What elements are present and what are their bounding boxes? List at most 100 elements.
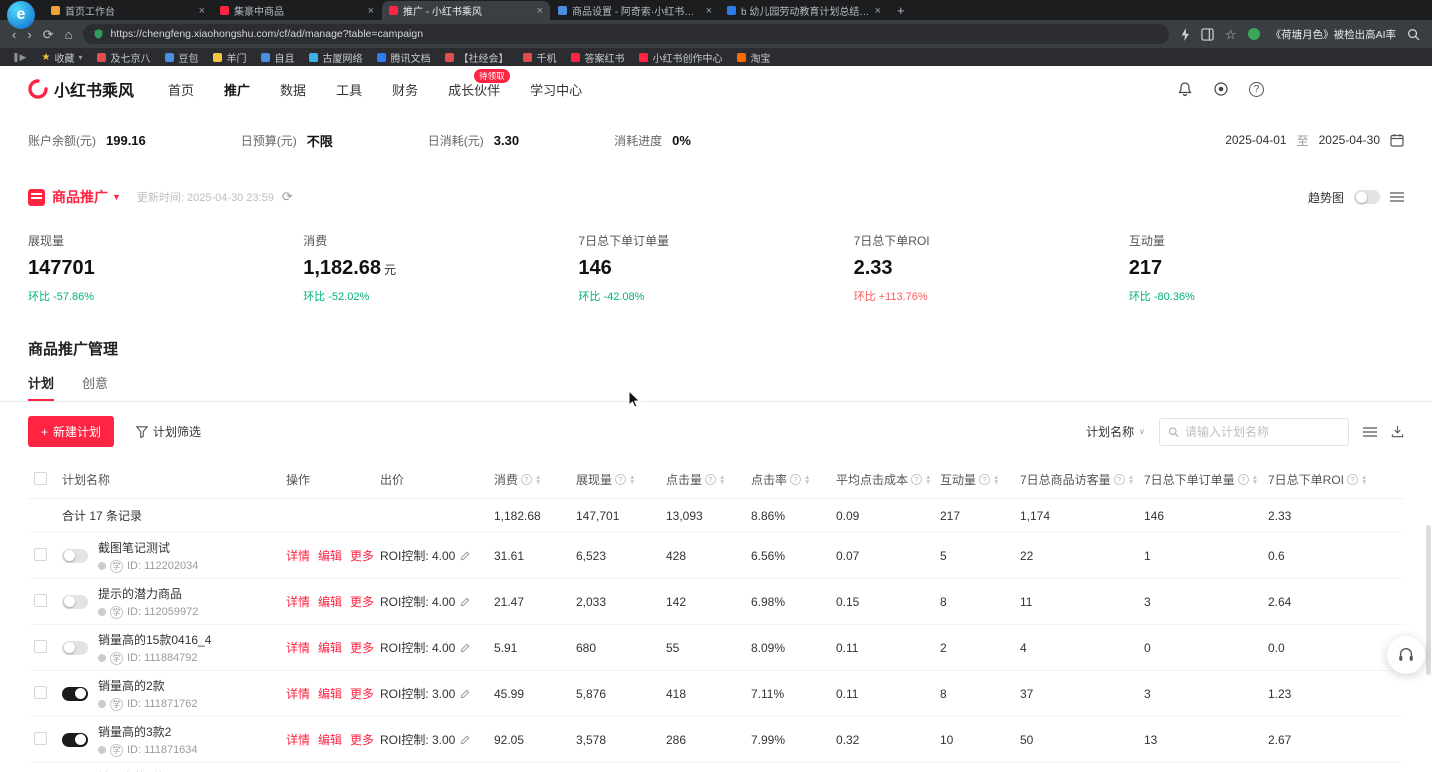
profile-avatar[interactable] [1248,28,1260,40]
edit-link[interactable]: 编辑 [318,593,342,610]
tab-close-icon[interactable]: × [199,5,205,17]
bookmark-item[interactable]: 小红书创作中心 [639,50,722,65]
favorite-star-icon[interactable]: ☆ [1225,28,1237,41]
manage-tab[interactable]: 创意 [82,373,108,401]
row-checkbox[interactable] [34,686,47,699]
row-checkbox[interactable] [34,732,47,745]
reload-icon[interactable]: ⟳ [43,28,54,41]
browser-tab[interactable]: 商品设置 - 阿奇索·小红书自动... × [551,1,719,20]
detail-link[interactable]: 详情 [286,639,310,656]
edit-pencil-icon[interactable] [460,550,471,561]
plan-status-toggle[interactable] [62,549,88,563]
bookmark-item[interactable]: 古厦网络 [309,50,362,65]
address-bar[interactable]: https://chengfeng.xiaohongshu.com/cf/ad/… [83,24,1168,44]
tab-close-icon[interactable]: × [537,5,543,17]
nav-item[interactable]: 工具 待领取 [336,80,362,99]
nav-item[interactable]: 学习中心 待领取 [530,80,582,99]
row-checkbox[interactable] [34,548,47,561]
sort-icon[interactable]: ▲▼ [535,475,541,485]
bell-icon[interactable] [1177,81,1193,97]
nav-item[interactable]: 数据 待领取 [280,80,306,99]
search-field-select[interactable]: 计划名称 ∨ [1086,423,1145,440]
manage-tab[interactable]: 计划 [28,373,54,401]
plan-status-toggle[interactable] [62,641,88,655]
nav-item[interactable]: 首页 待领取 [168,80,194,99]
bookmark-item[interactable]: 千机 [523,50,556,65]
sort-icon[interactable]: ▲▼ [925,475,931,485]
browser-tab[interactable]: 集豪中商品 × [213,1,381,20]
bookmark-item[interactable]: 腾讯文档 [377,50,430,65]
bookmark-item[interactable]: 【社经会】 [445,50,508,65]
rewards-icon[interactable] [1213,81,1229,97]
page-scrollbar[interactable] [1426,525,1431,675]
bookmark-item[interactable]: 自且 [261,50,294,65]
plan-status-toggle[interactable] [62,595,88,609]
bookmark-item[interactable]: 答案红书 [571,50,624,65]
edit-pencil-icon[interactable] [460,596,471,607]
column-settings-icon[interactable] [1363,426,1377,438]
detail-link[interactable]: 详情 [286,593,310,610]
forward-icon[interactable]: › [27,28,31,41]
new-plan-button[interactable]: + 新建计划 [28,416,114,447]
sidebar-panel-icon[interactable] [1201,28,1214,41]
detail-link[interactable]: 详情 [286,731,310,748]
tab-close-icon[interactable]: × [875,5,881,17]
plan-status-toggle[interactable] [62,733,88,747]
nav-item[interactable]: 成长伙伴 待领取 [448,80,500,99]
browser-tab[interactable]: b 幼儿园劳动教育计划总结方案 × [720,1,888,20]
bookmark-item[interactable]: 淘宝 [737,50,770,65]
lightning-icon[interactable] [1180,28,1190,41]
more-link[interactable]: 更多 [350,593,374,610]
sort-icon[interactable]: ▲▼ [1128,475,1134,485]
chevron-down-icon[interactable]: ▼ [112,192,121,202]
download-icon[interactable] [1391,425,1404,438]
detail-link[interactable]: 详情 [286,685,310,702]
browser-logo-icon[interactable]: e [7,1,35,29]
bookmark-item[interactable]: 豆包 [165,50,198,65]
more-link[interactable]: 更多 [350,639,374,656]
customer-service-button[interactable] [1387,636,1425,674]
nav-item[interactable]: 推广 待领取 [224,80,250,99]
row-checkbox[interactable] [34,640,47,653]
edit-link[interactable]: 编辑 [318,731,342,748]
sort-icon[interactable]: ▲▼ [719,475,725,485]
select-all-checkbox[interactable] [34,472,47,485]
trend-toggle[interactable] [1354,190,1380,204]
more-link[interactable]: 更多 [350,731,374,748]
help-icon[interactable]: ? [1249,82,1264,97]
promotion-type-select[interactable]: 商品推广 [52,187,108,207]
edit-pencil-icon[interactable] [460,688,471,699]
bookmark-item[interactable]: 及七京八 [97,50,150,65]
calendar-icon[interactable] [1390,133,1404,147]
detail-link[interactable]: 详情 [286,547,310,564]
edit-pencil-icon[interactable] [460,734,471,745]
date-range-picker[interactable]: 2025-04-01 至 2025-04-30 [1225,132,1404,149]
browser-tab[interactable]: 推广 - 小红书乘风 × [382,1,550,20]
more-link[interactable]: 更多 [350,547,374,564]
sort-icon[interactable]: ▲▼ [1252,475,1258,485]
tab-close-icon[interactable]: × [706,5,712,17]
bookmarks-collapse-icon[interactable]: ❚▶ [12,52,26,63]
edit-link[interactable]: 编辑 [318,685,342,702]
sort-icon[interactable]: ▲▼ [804,475,810,485]
refresh-icon[interactable]: ⟳ [282,189,293,205]
bookmark-favorites[interactable]: ★ 收藏 ▾ [41,50,82,65]
edit-pencil-icon[interactable] [460,642,471,653]
new-tab-button[interactable]: + [897,3,905,18]
more-link[interactable]: 更多 [350,685,374,702]
nav-item[interactable]: 财务 待领取 [392,80,418,99]
search-icon[interactable] [1407,28,1420,41]
back-icon[interactable]: ‹ [12,28,16,41]
list-view-icon[interactable] [1390,191,1404,203]
plan-search-input[interactable] [1185,425,1340,439]
bookmark-item[interactable]: 羊门 [213,50,246,65]
sort-icon[interactable]: ▲▼ [993,475,999,485]
browser-tab[interactable]: 首页工作台 × [44,1,212,20]
edit-link[interactable]: 编辑 [318,639,342,656]
sort-icon[interactable]: ▲▼ [1361,475,1367,485]
home-icon[interactable]: ⌂ [65,28,73,41]
row-checkbox[interactable] [34,594,47,607]
edit-link[interactable]: 编辑 [318,547,342,564]
plan-filter-button[interactable]: 计划筛选 [136,423,201,440]
tab-close-icon[interactable]: × [368,5,374,17]
